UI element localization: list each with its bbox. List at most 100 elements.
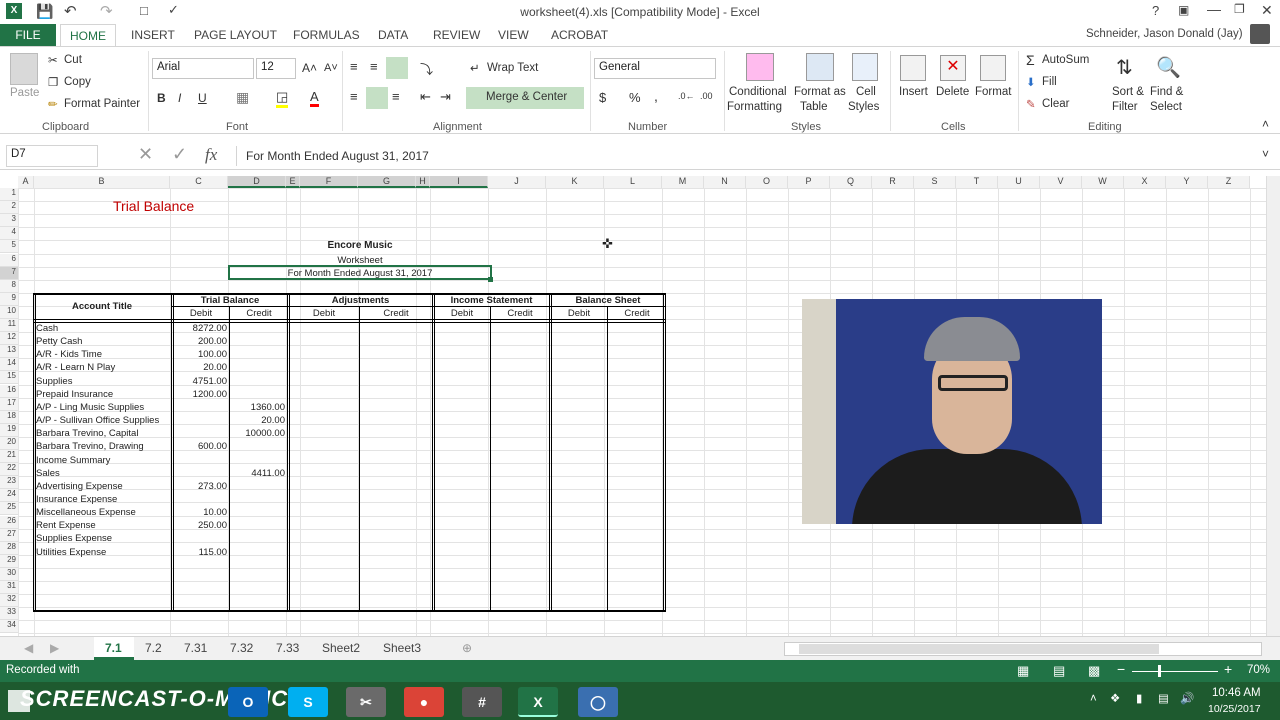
column-header[interactable]: Q	[830, 176, 872, 188]
column-header[interactable]: P	[788, 176, 830, 188]
cut-button[interactable]: Cut	[64, 54, 82, 66]
decrease-decimal-icon[interactable]: .00	[700, 91, 713, 101]
excel-taskbar-icon[interactable]: X	[518, 687, 558, 717]
column-header[interactable]: W	[1082, 176, 1124, 188]
column-header[interactable]: I	[430, 176, 488, 188]
orientation-icon[interactable]: ⤵	[420, 59, 433, 78]
close-icon[interactable]: ✕	[1261, 2, 1273, 19]
row-header[interactable]: 11	[0, 319, 18, 332]
increase-indent-icon[interactable]: ⇥	[440, 89, 451, 105]
horizontal-scrollbar[interactable]	[784, 642, 1262, 656]
sheet-tab-7-1[interactable]: 7.1	[105, 641, 122, 655]
account-name[interactable]: Advertising Expense	[36, 480, 170, 493]
row-header[interactable]: 15	[0, 371, 18, 385]
grow-font-icon[interactable]: A˄	[302, 61, 317, 75]
wrap-text-button[interactable]: Wrap Text	[487, 62, 538, 74]
header-credit[interactable]: Credit	[231, 307, 287, 320]
column-header[interactable]: F	[300, 176, 358, 188]
row-header[interactable]: 3	[0, 214, 18, 228]
clear-icon[interactable]: ✎	[1026, 97, 1036, 111]
column-header[interactable]: B	[34, 176, 170, 188]
format-as-table-icon[interactable]	[806, 53, 834, 81]
currency-button[interactable]: $	[599, 90, 606, 105]
header-debit[interactable]: Debit	[434, 307, 490, 320]
column-header[interactable]: Z	[1208, 176, 1250, 188]
conditional-formatting-button[interactable]: Conditional	[729, 86, 787, 98]
column-header[interactable]: J	[488, 176, 546, 188]
network-icon[interactable]: ▤	[1158, 691, 1169, 705]
help-icon[interactable]: ?	[1152, 3, 1159, 18]
tb-debit-value[interactable]: 600.00	[173, 440, 227, 453]
bold-button[interactable]: B	[157, 91, 166, 105]
name-box[interactable]: D7	[6, 145, 98, 167]
column-header[interactable]: T	[956, 176, 998, 188]
tb-credit-value[interactable]: 10000.00	[231, 427, 285, 440]
autosum-icon[interactable]: Σ	[1026, 52, 1035, 68]
column-header[interactable]: G	[358, 176, 416, 188]
find-select-button[interactable]: Find &	[1150, 86, 1183, 98]
delete-cells-icon[interactable]: ✕	[940, 55, 966, 81]
insert-function-button[interactable]: fx	[205, 145, 217, 165]
column-header[interactable]: C	[170, 176, 228, 188]
row-header[interactable]: 9	[0, 292, 18, 306]
row-header[interactable]: 22	[0, 463, 18, 477]
italic-button[interactable]: I	[178, 91, 181, 105]
align-right-icon[interactable]: ≡	[392, 89, 400, 104]
row-header[interactable]: 33	[0, 607, 18, 621]
tab-review[interactable]: REVIEW	[433, 28, 480, 42]
expand-formula-icon[interactable]: ˅	[1262, 147, 1269, 161]
account-name[interactable]: Income Summary	[36, 454, 170, 467]
insert-cells-icon[interactable]	[900, 55, 926, 81]
cut-icon[interactable]: ✂	[48, 53, 58, 67]
account-name[interactable]: A/P - Sullivan Office Supplies	[36, 414, 170, 427]
align-bottom-icon[interactable]	[386, 57, 408, 79]
number-format-select[interactable]: General	[594, 58, 716, 79]
copy-icon[interactable]: ❐	[48, 75, 58, 89]
column-header[interactable]: E	[286, 176, 300, 188]
format-as-table-button[interactable]: Format as	[794, 86, 846, 98]
row-header[interactable]: 29	[0, 554, 18, 568]
sheet-tab-sheet2[interactable]: Sheet2	[322, 641, 360, 655]
clock-date[interactable]: 10/25/2017	[1208, 703, 1261, 715]
page-layout-view-icon[interactable]: ▤	[1053, 663, 1065, 679]
clock-time[interactable]: 10:46 AM	[1212, 687, 1261, 699]
column-header[interactable]: O	[746, 176, 788, 188]
account-name[interactable]: Prepaid Insurance	[36, 388, 170, 401]
cell-styles-button[interactable]: Cell	[856, 86, 876, 98]
column-header[interactable]: V	[1040, 176, 1082, 188]
outlook-icon[interactable]: O	[228, 687, 268, 717]
tb-debit-value[interactable]: 115.00	[173, 546, 227, 559]
row-header[interactable]: 26	[0, 515, 18, 529]
column-header[interactable]: L	[604, 176, 662, 188]
zoom-in-icon[interactable]: +	[1224, 661, 1232, 677]
row-header[interactable]: 30	[0, 567, 18, 581]
row-header[interactable]: 23	[0, 476, 18, 490]
zoom-level[interactable]: 70%	[1247, 664, 1270, 676]
zoom-slider-thumb[interactable]	[1158, 665, 1161, 677]
row-header[interactable]: 5	[0, 240, 18, 254]
fill-color-icon[interactable]: ◲	[276, 89, 289, 108]
collapse-ribbon-icon[interactable]: ˄	[1262, 117, 1269, 131]
header-credit[interactable]: Credit	[609, 307, 665, 320]
formula-input[interactable]: For Month Ended August 31, 2017	[246, 149, 429, 163]
header-trial-balance[interactable]: Trial Balance	[173, 294, 287, 307]
column-header[interactable]: A	[18, 176, 34, 188]
account-name[interactable]: A/R - Learn N Play	[36, 361, 170, 374]
conditional-formatting-icon[interactable]	[746, 53, 774, 81]
row-header[interactable]: 32	[0, 594, 18, 608]
tab-home[interactable]: HOME	[60, 24, 116, 47]
row-header[interactable]: 12	[0, 332, 18, 346]
tab-page-layout[interactable]: PAGE LAYOUT	[194, 28, 277, 42]
tb-debit-value[interactable]: 200.00	[173, 335, 227, 348]
column-header[interactable]: X	[1124, 176, 1166, 188]
show-hidden-icons[interactable]: ˄	[1090, 693, 1097, 705]
account-name[interactable]: Insurance Expense	[36, 493, 170, 506]
format-painter-button[interactable]: Format Painter	[64, 98, 140, 110]
account-name[interactable]: Sales	[36, 467, 170, 480]
align-top-icon[interactable]: ≡	[350, 59, 358, 74]
column-header[interactable]: Y	[1166, 176, 1208, 188]
shrink-font-icon[interactable]: A˅	[324, 62, 338, 74]
tab-insert[interactable]: INSERT	[131, 28, 175, 42]
copy-button[interactable]: Copy	[64, 76, 91, 88]
new-sheet-icon[interactable]: ⊕	[462, 641, 472, 655]
